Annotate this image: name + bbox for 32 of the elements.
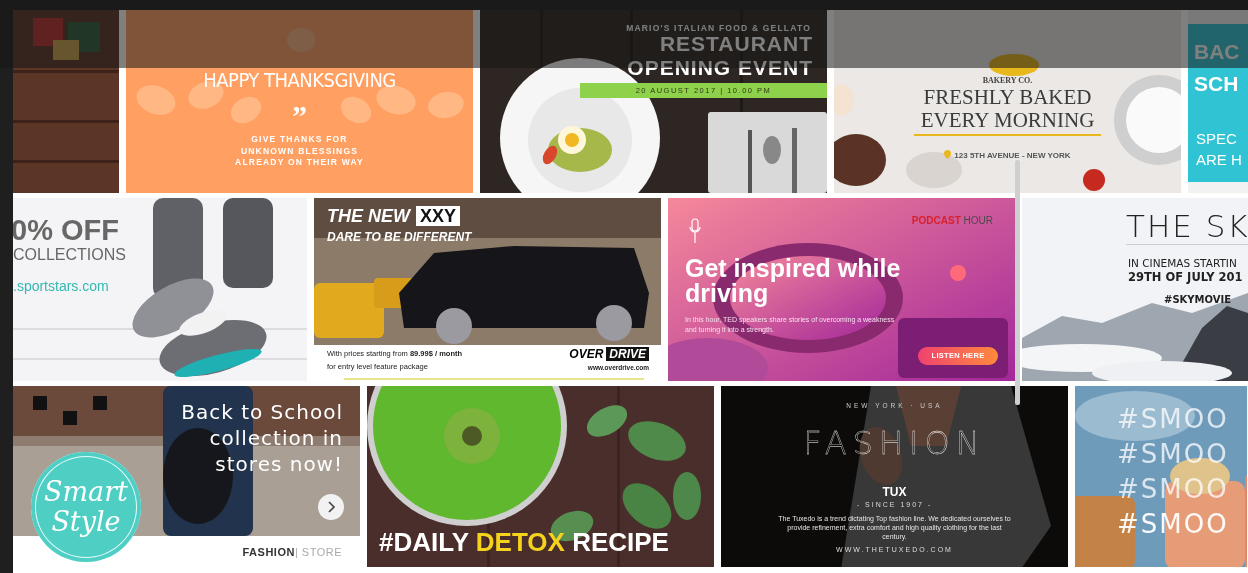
card-brand: BAKERY CO. bbox=[981, 76, 1034, 85]
card-line: IN CINEMAS STARTIN bbox=[1128, 257, 1237, 269]
card-tagline: MARIO'S ITALIAN FOOD & GELLATO bbox=[626, 23, 811, 33]
card-title: RESTAURANT OPENING EVENT bbox=[627, 32, 813, 80]
card-hashtag: #SMOO bbox=[1117, 439, 1229, 469]
card-headline: #DAILY DETOX RECIPE bbox=[379, 527, 669, 558]
microphone-icon bbox=[689, 218, 701, 244]
card-title: HAPPY THANKSGIVING bbox=[202, 68, 397, 92]
card-subtitle: SPEC ARE H bbox=[1196, 129, 1242, 170]
card-message: GIVE THANKS FOR UNKNOWN BLESSINGS ALREADY ON THEIR WAY bbox=[234, 134, 365, 169]
brand-logo: TUX bbox=[881, 485, 908, 499]
model-badge: XXY bbox=[416, 206, 461, 226]
quote-mark: ” bbox=[291, 104, 308, 128]
card-subline: COLLECTIONS bbox=[13, 246, 126, 264]
card-address: 123 5TH AVENUE - NEW YORK bbox=[954, 151, 1071, 160]
card-hashtag: #SMOO bbox=[1117, 404, 1229, 434]
brand-logo: OVER bbox=[569, 347, 604, 361]
card-date: 29TH OF JULY 201 bbox=[1128, 270, 1243, 284]
card-tagline: DARE TO BE DIFFERENT bbox=[327, 230, 472, 244]
card-headline: 0% OFF bbox=[13, 214, 119, 247]
card-title: FASHION bbox=[802, 424, 987, 462]
card-hashtag: #SKYMOVIE bbox=[1164, 294, 1232, 305]
card-url: .sportstars.com bbox=[13, 278, 109, 294]
next-button[interactable] bbox=[318, 494, 344, 520]
brand-name: FASHION| STORE bbox=[242, 546, 342, 558]
card-title: FRESHLY BAKED EVERY MORNING bbox=[914, 86, 1101, 136]
card-title: BAC SCH bbox=[1194, 39, 1240, 97]
card-title: THE NEW bbox=[327, 206, 410, 226]
scrollbar-thumb[interactable] bbox=[1015, 160, 1020, 405]
location-pin-icon bbox=[944, 150, 952, 159]
podcast-brand: PODCAST HOUR bbox=[911, 215, 993, 226]
brand-logo-label: DRIVE bbox=[606, 347, 649, 361]
